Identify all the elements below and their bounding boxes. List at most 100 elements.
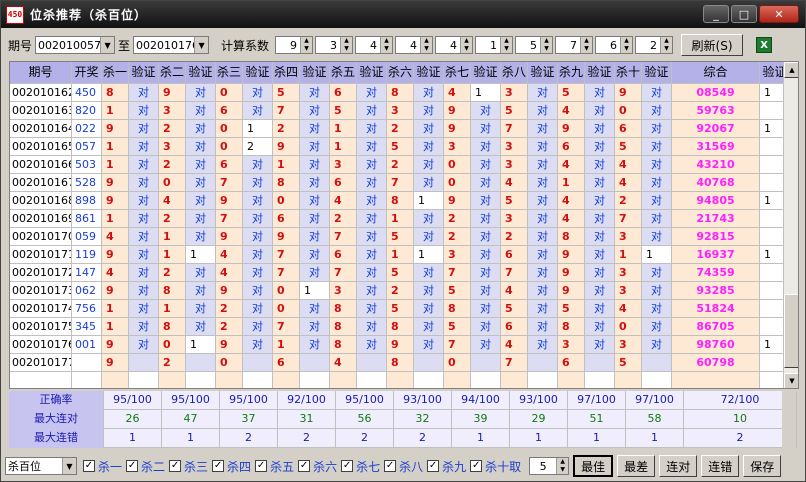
- spin-down-icon[interactable]: ▼: [621, 45, 632, 53]
- save-button[interactable]: 保存: [743, 455, 782, 477]
- column-header[interactable]: 杀六: [387, 62, 414, 84]
- column-header[interactable]: 验证: [414, 62, 444, 84]
- maximize-button[interactable]: □: [731, 5, 757, 23]
- spin-down-icon[interactable]: ▼: [341, 45, 352, 53]
- coef-spinner[interactable]: 7 ▲ ▼: [555, 36, 594, 54]
- column-header[interactable]: 杀十: [615, 62, 642, 84]
- spin-up-icon[interactable]: ▲: [461, 37, 472, 45]
- column-header[interactable]: 验证: [357, 62, 387, 84]
- close-button[interactable]: ✕: [759, 5, 799, 23]
- column-header[interactable]: 杀二: [159, 62, 186, 84]
- checkmark-icon[interactable]: ✓: [384, 460, 397, 472]
- spin-down-icon[interactable]: ▼: [541, 45, 552, 53]
- excel-icon[interactable]: X: [756, 37, 773, 53]
- spin-up-icon[interactable]: ▲: [381, 37, 392, 45]
- check-cell: 对: [129, 102, 159, 120]
- results-grid[interactable]: 期号 开奖 杀一 验证 杀二 验证 杀三 验证 杀四 验证 杀五 验证 杀六 验证 杀七 验证 杀八 验证 杀九 验证…: [9, 61, 799, 389]
- kill-checkbox[interactable]: ✓ 杀三: [169, 458, 208, 475]
- checkmark-icon[interactable]: ✓: [255, 460, 268, 472]
- column-header[interactable]: 杀八: [501, 62, 528, 84]
- column-header[interactable]: 杀一: [102, 62, 129, 84]
- coef-spinner[interactable]: 3 ▲ ▼: [315, 36, 354, 54]
- coef-spinner[interactable]: 2 ▲ ▼: [635, 36, 674, 54]
- spin-up-icon[interactable]: ▲: [661, 37, 672, 45]
- column-header[interactable]: 杀三: [216, 62, 243, 84]
- position-select[interactable]: 杀百位 ▼: [5, 457, 77, 475]
- stats-value: 1: [568, 429, 626, 448]
- column-header[interactable]: 杀九: [558, 62, 585, 84]
- spin-down-icon[interactable]: ▼: [501, 45, 512, 53]
- max-wrong-button[interactable]: 连错: [701, 455, 740, 477]
- checkmark-icon[interactable]: ✓: [298, 460, 311, 472]
- spin-down-icon[interactable]: ▼: [421, 45, 432, 53]
- spin-up-icon[interactable]: ▲: [301, 37, 312, 45]
- scroll-up-icon[interactable]: ▲: [784, 62, 798, 78]
- kill-checkbox[interactable]: ✓ 杀七: [341, 458, 380, 475]
- checkmark-icon[interactable]: ✓: [212, 460, 225, 472]
- checkmark-icon[interactable]: ✓: [427, 460, 440, 472]
- kill-checkbox[interactable]: ✓ 杀九: [427, 458, 466, 475]
- coef-spinner[interactable]: 4 ▲ ▼: [435, 36, 474, 54]
- kill-checkbox[interactable]: ✓ 杀六: [298, 458, 337, 475]
- column-header[interactable]: 验证: [471, 62, 501, 84]
- coef-spinner[interactable]: 5 ▲ ▼: [515, 36, 554, 54]
- column-header[interactable]: 验证: [243, 62, 273, 84]
- column-header[interactable]: 综合: [672, 62, 760, 84]
- spin-up-icon[interactable]: ▲: [581, 37, 592, 45]
- column-header[interactable]: 开奖: [72, 62, 102, 84]
- spin-up-icon[interactable]: ▲: [341, 37, 352, 45]
- worst-button[interactable]: 最差: [617, 455, 656, 477]
- spin-down-icon[interactable]: ▼: [381, 45, 392, 53]
- spin-up-icon[interactable]: ▲: [621, 37, 632, 45]
- spin-up-icon[interactable]: ▲: [557, 458, 568, 466]
- column-header[interactable]: 验证: [186, 62, 216, 84]
- column-header[interactable]: 验证: [300, 62, 330, 84]
- minimize-button[interactable]: _: [703, 5, 729, 23]
- spin-up-icon[interactable]: ▲: [501, 37, 512, 45]
- checkmark-icon[interactable]: ✓: [83, 460, 95, 472]
- take-count-spinner[interactable]: 5 ▲ ▼: [529, 457, 570, 475]
- column-header[interactable]: 验证: [528, 62, 558, 84]
- coef-spinner[interactable]: 6 ▲ ▼: [595, 36, 634, 54]
- column-header[interactable]: 杀四: [273, 62, 300, 84]
- check-cell: 对: [300, 300, 330, 318]
- column-header[interactable]: 杀五: [330, 62, 357, 84]
- checkmark-icon[interactable]: ✓: [169, 460, 182, 472]
- check-cell: 对: [186, 156, 216, 174]
- spin-down-icon[interactable]: ▼: [301, 45, 312, 53]
- column-header[interactable]: 验证: [585, 62, 615, 84]
- vertical-scrollbar[interactable]: ▲ ▼: [783, 62, 798, 388]
- coef-spinner[interactable]: 9 ▲ ▼: [275, 36, 314, 54]
- spin-down-icon[interactable]: ▼: [661, 45, 672, 53]
- period-from-select[interactable]: 002010057 ▼: [35, 36, 116, 54]
- period-to-select[interactable]: 002010176 ▼: [133, 36, 210, 54]
- spin-down-icon[interactable]: ▼: [557, 466, 568, 474]
- spin-up-icon[interactable]: ▲: [421, 37, 432, 45]
- coef-spinner[interactable]: 4 ▲ ▼: [395, 36, 434, 54]
- max-right-button[interactable]: 连对: [659, 455, 698, 477]
- best-button[interactable]: 最佳: [573, 455, 614, 477]
- scroll-thumb[interactable]: [784, 294, 798, 368]
- kill-checkbox[interactable]: ✓ 杀五: [255, 458, 294, 475]
- checkmark-icon[interactable]: ✓: [470, 460, 483, 472]
- refresh-button[interactable]: 刷新(S): [681, 34, 744, 56]
- spin-down-icon[interactable]: ▼: [581, 45, 592, 53]
- column-header[interactable]: 验证: [642, 62, 672, 84]
- kill-checkbox[interactable]: ✓ 杀四: [212, 458, 251, 475]
- coef-spinner[interactable]: 4 ▲ ▼: [355, 36, 394, 54]
- kill-checkbox[interactable]: ✓ 杀十取: [470, 458, 521, 475]
- kill-checkbox[interactable]: ✓ 杀八: [384, 458, 423, 475]
- kill-checkbox[interactable]: ✓ 杀一: [83, 458, 122, 475]
- spin-down-icon[interactable]: ▼: [461, 45, 472, 53]
- kill-checkbox[interactable]: ✓ 杀二: [126, 458, 165, 475]
- column-header[interactable]: 期号: [10, 62, 72, 84]
- check-cell: [585, 372, 615, 388]
- spin-up-icon[interactable]: ▲: [541, 37, 552, 45]
- check-cell: 1: [186, 336, 216, 354]
- column-header[interactable]: 验证: [129, 62, 159, 84]
- checkmark-icon[interactable]: ✓: [126, 460, 139, 472]
- coef-spinner[interactable]: 1 ▲ ▼: [475, 36, 514, 54]
- checkmark-icon[interactable]: ✓: [341, 460, 354, 472]
- column-header[interactable]: 杀七: [444, 62, 471, 84]
- scroll-down-icon[interactable]: ▼: [784, 373, 798, 388]
